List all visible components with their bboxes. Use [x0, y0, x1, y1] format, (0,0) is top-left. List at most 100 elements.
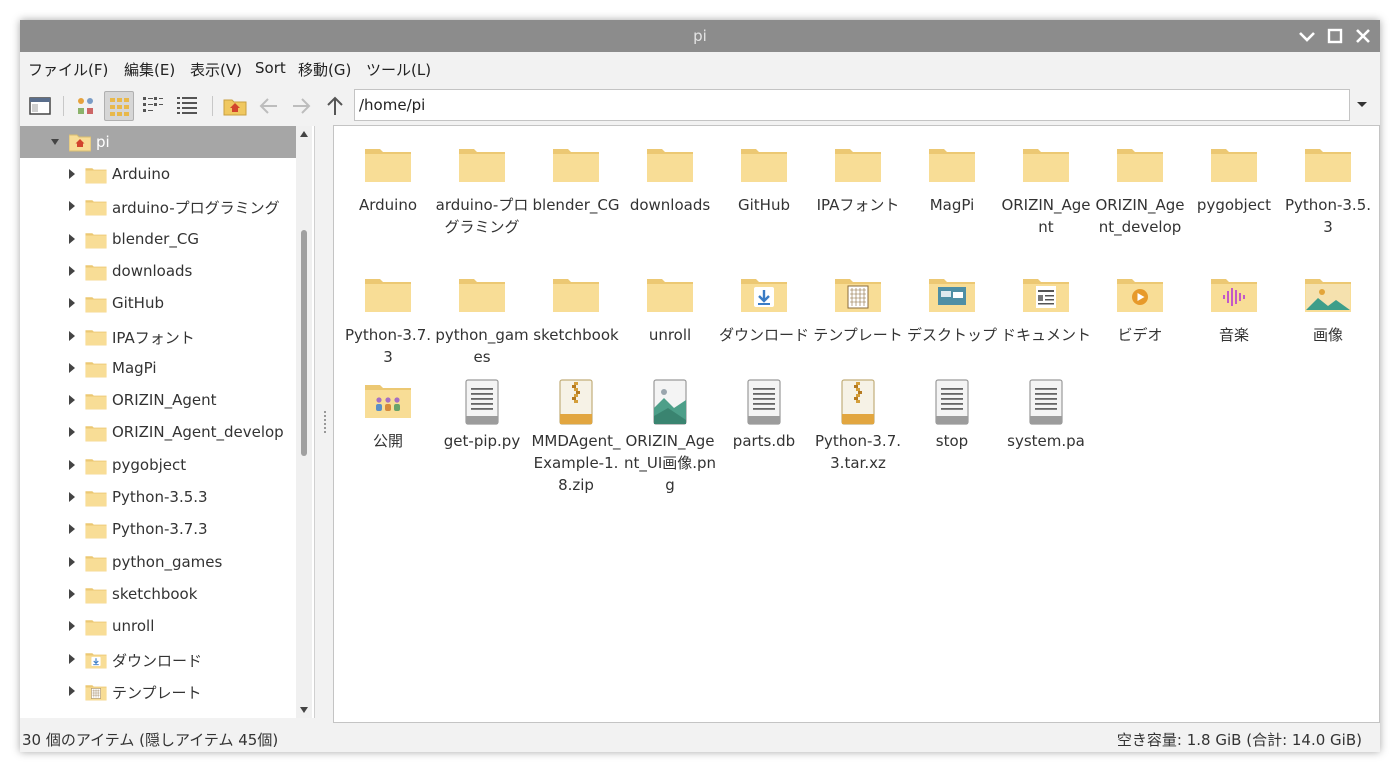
folder-icon [84, 456, 108, 482]
path-dropdown-button[interactable] [1354, 96, 1370, 112]
expand-triangle-icon[interactable] [67, 297, 77, 309]
expand-triangle-icon[interactable] [67, 233, 77, 245]
scroll-thumb[interactable] [301, 230, 307, 456]
compact-view-button[interactable] [138, 91, 168, 121]
tree-item[interactable]: arduino-プログラミング [20, 190, 296, 222]
tree-item-pi[interactable]: pi [20, 126, 296, 158]
detailed-list-view-button[interactable] [172, 91, 202, 121]
tree-item[interactable]: downloads [20, 255, 296, 287]
window-title: pi [693, 27, 707, 45]
tree-item-label: python_games [112, 552, 223, 571]
menu-go[interactable]: 移動(G) [298, 59, 351, 80]
menu-tools[interactable]: ツール(L) [366, 59, 431, 80]
title-bar[interactable]: pi [20, 20, 1380, 52]
expand-triangle-icon[interactable] [67, 459, 77, 471]
maximize-icon [1327, 28, 1343, 44]
tree-item[interactable]: python_games [20, 546, 296, 578]
expand-triangle-icon[interactable] [67, 426, 77, 438]
menu-file[interactable]: ファイル(F) [28, 59, 108, 80]
folder-icon [84, 327, 108, 353]
tree-item[interactable]: ORIZIN_Agent [20, 384, 296, 416]
close-button[interactable] [1353, 26, 1373, 46]
tree-item[interactable]: blender_CG [20, 223, 296, 255]
minimize-button[interactable] [1297, 26, 1317, 46]
expand-triangle-icon[interactable] [67, 394, 77, 406]
tree-item[interactable]: Python-3.5.3 [20, 481, 296, 513]
folder-icon [458, 272, 506, 320]
tree-item[interactable]: ORIZIN_Agent_develop [20, 416, 296, 448]
tree-item[interactable]: sketchbook [20, 578, 296, 610]
desktop-folder-icon [928, 272, 976, 320]
menu-edit[interactable]: 編集(E) [124, 59, 175, 80]
back-button[interactable] [254, 91, 284, 121]
tree-item[interactable]: ダウンロード [20, 643, 296, 675]
expand-triangle-icon[interactable] [67, 362, 77, 374]
home-button[interactable] [220, 91, 250, 121]
downloads-folder-icon [84, 650, 108, 676]
tree-item-label: arduino-プログラミング [112, 199, 280, 218]
splitter-grip [324, 411, 326, 435]
item-label: stop [935, 432, 969, 450]
item-label: GitHub [738, 196, 790, 214]
tree-item-label: ORIZIN_Agent_develop [112, 423, 284, 442]
item-label: 公開 [372, 432, 403, 450]
toolbar: /home/pi [20, 86, 1380, 126]
toolbar-separator [63, 96, 64, 116]
expand-triangle-icon[interactable] [67, 653, 77, 665]
item-label: arduino-プログラミング [435, 196, 529, 236]
file-view[interactable]: Arduino arduino-プログラミング blender_CG download… [333, 125, 1380, 723]
folder-icon [84, 294, 108, 320]
pane-splitter[interactable] [316, 126, 334, 718]
item-label: Python-3.5.3 [1284, 196, 1372, 236]
thumbnail-view-button[interactable] [104, 91, 134, 121]
tree-item[interactable]: IPAフォント [20, 320, 296, 352]
item-label: MagPi [929, 196, 975, 214]
arrow-right-icon [293, 98, 311, 114]
item-label: ORIZIN_Agent_develop [1095, 196, 1185, 236]
tree-item[interactable]: Python-3.7.3 [20, 513, 296, 545]
folder-icon [1116, 142, 1164, 190]
path-input[interactable]: /home/pi [354, 89, 1350, 121]
text-file-icon [928, 378, 976, 426]
expand-triangle-icon[interactable] [67, 168, 77, 180]
tree-item[interactable]: MagPi [20, 352, 296, 384]
folder-icon [740, 142, 788, 190]
menu-view[interactable]: 表示(V) [190, 59, 242, 80]
item-label: デスクトップ [906, 326, 997, 344]
tree-item[interactable]: pygobject [20, 449, 296, 481]
item-label: pygobject [1196, 196, 1272, 214]
folder-tree[interactable]: pi Arduino arduino-プログラミング blender_CG downl… [20, 126, 315, 718]
tree-item[interactable]: unroll [20, 610, 296, 642]
expand-triangle-icon[interactable] [67, 200, 77, 212]
expand-triangle-icon[interactable] [67, 491, 77, 503]
expand-triangle-icon[interactable] [67, 330, 77, 342]
maximize-button[interactable] [1325, 26, 1345, 46]
tree-item-label: Python-3.5.3 [112, 488, 208, 506]
expand-triangle-icon[interactable] [67, 556, 77, 568]
expand-triangle-icon[interactable] [67, 588, 77, 600]
expand-triangle-icon[interactable] [67, 685, 77, 697]
forward-button[interactable] [286, 91, 316, 121]
tree-item[interactable]: テンプレート [20, 675, 296, 707]
expand-triangle-icon[interactable] [67, 523, 77, 535]
folder-icon [1210, 142, 1258, 190]
up-button[interactable] [320, 91, 350, 121]
archive-file-icon [552, 378, 600, 426]
item-label: テンプレート [813, 326, 903, 344]
pictures-folder-icon [1304, 272, 1352, 320]
icon-view-button[interactable] [72, 91, 102, 121]
expand-triangle-icon[interactable] [67, 620, 77, 632]
tree-item[interactable]: GitHub [20, 287, 296, 319]
folder-icon [84, 197, 108, 223]
new-window-button[interactable] [25, 91, 55, 121]
home-folder-icon [69, 134, 91, 152]
tree-item[interactable]: Arduino [20, 158, 296, 190]
text-file-icon [458, 378, 506, 426]
free-space-status: 空き容量: 1.8 GiB (合計: 14.0 GiB) [1116, 731, 1362, 749]
sidebar-scrollbar[interactable] [296, 126, 312, 718]
menu-sort[interactable]: Sort [255, 59, 286, 77]
expand-triangle-icon[interactable] [67, 265, 77, 277]
tree-item-label: Arduino [112, 165, 171, 183]
item-label: ドキュメント [1000, 326, 1091, 344]
item-label: downloads [629, 196, 711, 214]
